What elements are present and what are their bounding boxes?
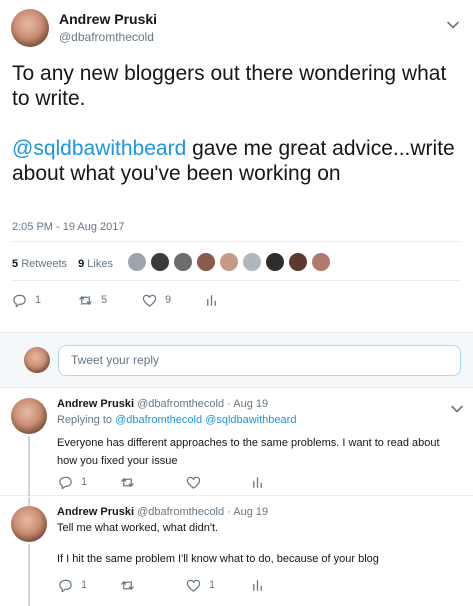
tweet-timestamp[interactable]: 2:05 PM - 19 Aug 2017 xyxy=(12,221,125,233)
reply-count: 1 xyxy=(81,476,88,488)
reply-author-handle[interactable]: @dbafromthecold xyxy=(137,506,224,518)
liker-avatar[interactable] xyxy=(288,252,308,272)
analytics-icon xyxy=(253,476,262,488)
mention-link[interactable]: @dbafromthecold xyxy=(115,414,202,426)
separator: · xyxy=(224,398,234,410)
replying-to-label: Replying to xyxy=(57,414,116,426)
likes-label: Likes xyxy=(87,258,113,270)
reply-text: If I hit the same problem I'll know what… xyxy=(57,553,379,565)
author-handle[interactable]: @dbafromthecold xyxy=(59,30,154,44)
retweet-button[interactable] xyxy=(120,577,143,593)
reply-count: 1 xyxy=(35,294,42,306)
thread-line xyxy=(28,436,30,496)
reply-text: Everyone has different approaches to the… xyxy=(57,437,440,467)
reply-author-name[interactable]: Andrew Pruski xyxy=(57,506,134,518)
replying-to: Replying to @dbafromthecold @sqldbawithb… xyxy=(57,414,296,426)
divider xyxy=(12,280,461,281)
thread-line xyxy=(28,497,30,506)
heart-icon xyxy=(186,476,201,489)
reply-header: Andrew Pruski @dbafromthecold · Aug 19 xyxy=(57,398,268,410)
reply-author-handle[interactable]: @dbafromthecold xyxy=(137,398,224,410)
likes-count: 9 xyxy=(78,258,85,270)
reply-header: Andrew Pruski @dbafromthecold · Aug 19 xyxy=(57,506,268,518)
reply-input[interactable]: Tweet your reply xyxy=(58,345,461,376)
retweet-icon xyxy=(121,580,134,590)
separator: · xyxy=(224,506,234,518)
author-name[interactable]: Andrew Pruski xyxy=(59,11,157,27)
analytics-button[interactable] xyxy=(204,292,219,308)
reply-date[interactable]: Aug 19 xyxy=(233,506,268,518)
reply-avatar[interactable] xyxy=(11,398,47,434)
thread-line xyxy=(28,544,30,606)
mention-link[interactable]: @sqldbawithbeard xyxy=(205,414,296,426)
reply-composer: Tweet your reply xyxy=(0,332,473,388)
like-count: 9 xyxy=(165,294,172,306)
author-avatar[interactable] xyxy=(11,9,49,47)
retweets-stat[interactable]: 5 Retweets xyxy=(12,258,67,270)
reply-button[interactable]: 1 xyxy=(12,292,41,308)
reply-icon xyxy=(59,579,72,592)
analytics-button[interactable] xyxy=(250,474,265,490)
tweet-stats: 5 Retweets 9 Likes xyxy=(12,258,113,270)
current-user-avatar xyxy=(24,347,50,373)
like-button[interactable]: 1 xyxy=(186,577,215,593)
reply-count: 1 xyxy=(81,579,88,591)
reply-tweet[interactable]: Andrew Pruski @dbafromthecold · Aug 19 R… xyxy=(0,389,473,496)
reply-date[interactable]: Aug 19 xyxy=(233,398,268,410)
heart-icon xyxy=(142,294,157,307)
likes-stat[interactable]: 9 Likes xyxy=(78,258,113,270)
caret-down-icon[interactable] xyxy=(446,18,460,32)
analytics-icon xyxy=(253,579,262,591)
liker-avatar[interactable] xyxy=(265,252,285,272)
analytics-icon xyxy=(207,294,216,306)
like-button[interactable]: 9 xyxy=(142,292,171,308)
tweet-text: To any new bloggers out there wondering … xyxy=(12,61,462,186)
reply-avatar[interactable] xyxy=(11,506,47,542)
retweets-count: 5 xyxy=(12,258,19,270)
reply-author-name[interactable]: Andrew Pruski xyxy=(57,398,134,410)
heart-icon xyxy=(186,579,201,592)
mention-link[interactable]: @sqldbawithbeard xyxy=(12,137,186,160)
like-count: 1 xyxy=(209,579,216,591)
liker-avatar[interactable] xyxy=(150,252,170,272)
reply-icon xyxy=(13,294,26,307)
main-tweet: Andrew Pruski @dbafromthecold To any new… xyxy=(0,0,473,332)
liker-avatar[interactable] xyxy=(242,252,262,272)
reply-icon xyxy=(59,476,72,489)
liker-avatar[interactable] xyxy=(219,252,239,272)
liker-avatar[interactable] xyxy=(196,252,216,272)
reply-button[interactable]: 1 xyxy=(58,474,87,490)
reply-tweet[interactable]: Andrew Pruski @dbafromthecold · Aug 19 T… xyxy=(0,497,473,606)
retweet-button[interactable]: 5 xyxy=(78,292,107,308)
retweet-icon xyxy=(79,295,92,305)
divider xyxy=(12,241,461,242)
reply-text: Tell me what worked, what didn't. xyxy=(57,522,219,534)
caret-down-icon[interactable] xyxy=(450,402,464,416)
retweet-button[interactable] xyxy=(120,474,143,490)
like-button[interactable] xyxy=(186,474,209,490)
retweet-icon xyxy=(121,477,134,487)
liker-avatar[interactable] xyxy=(127,252,147,272)
analytics-button[interactable] xyxy=(250,577,265,593)
liker-avatar[interactable] xyxy=(173,252,193,272)
reply-button[interactable]: 1 xyxy=(58,577,87,593)
tweet-text-line: To any new bloggers out there wondering … xyxy=(12,62,447,110)
retweets-label: Retweets xyxy=(21,258,68,270)
retweet-count: 5 xyxy=(101,294,108,306)
liker-avatar[interactable] xyxy=(311,252,331,272)
